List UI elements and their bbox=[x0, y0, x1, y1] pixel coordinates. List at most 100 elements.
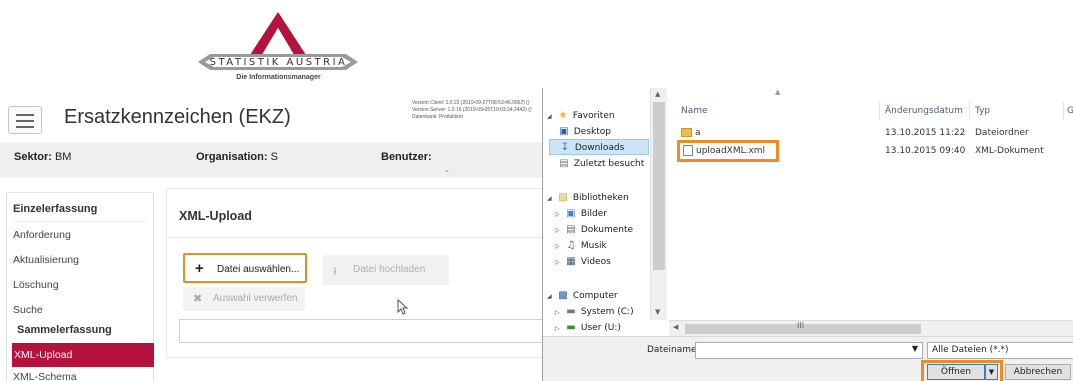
logo-tagline: Die Informationsmanager bbox=[236, 74, 321, 81]
sidebar-section-einzelerfassung: Einzelerfassung bbox=[13, 203, 98, 215]
xml-upload-panel: XML-Upload + Datei auswählen... ⭱ Datei … bbox=[166, 188, 547, 358]
sidebar-item-suche[interactable]: Suche bbox=[13, 304, 43, 316]
sidebar-item-label: XML-Upload bbox=[14, 349, 73, 361]
nav-recent[interactable]: ▤ Zuletzt besucht bbox=[557, 156, 644, 172]
organisation-info: Organisation: S bbox=[196, 151, 278, 163]
nav-libraries[interactable]: ◢ ▧ Bibliotheken bbox=[547, 190, 629, 206]
database-info: Datenbank: Produktion bbox=[412, 114, 463, 120]
discard-selection-label: Auswahl verwerfen bbox=[213, 293, 298, 304]
documents-icon: ▤ bbox=[566, 224, 576, 235]
horizontal-scrollbar[interactable]: ◀ III bbox=[669, 320, 1073, 336]
expand-icon[interactable]: ▷ bbox=[555, 321, 564, 337]
scrollbar-thumb[interactable] bbox=[653, 102, 665, 270]
sort-icon: ▲ bbox=[775, 88, 781, 96]
filename-input[interactable]: ▼ bbox=[695, 342, 923, 359]
nav-label: System (C:) bbox=[580, 307, 634, 317]
plus-icon: + bbox=[195, 260, 204, 277]
selected-file-field[interactable] bbox=[179, 319, 547, 343]
nav-pictures[interactable]: ▷ ▣ Bilder bbox=[555, 206, 607, 222]
videos-icon: ▦ bbox=[566, 256, 576, 267]
user-info[interactable]: Benutzer: bbox=[381, 151, 432, 163]
open-button[interactable]: Öffnen bbox=[927, 364, 985, 380]
chevron-down-icon[interactable]: ▼ bbox=[912, 344, 918, 353]
app-header: Ersatzkennzeichen (EKZ) Version Client: … bbox=[0, 88, 542, 140]
nav-computer[interactable]: ◢ ▩ Computer bbox=[547, 288, 618, 304]
nav-label: Zuletzt besucht bbox=[573, 159, 645, 169]
nav-user-drive[interactable]: ▷ ▬ User (U:) bbox=[555, 320, 621, 336]
statistik-austria-logo: STATISTIK AUSTRIA Die Informationsmanage… bbox=[196, 10, 361, 88]
nav-music[interactable]: ▷ ♫ Musik bbox=[555, 238, 607, 254]
file-date: 13.10.2015 11:22 bbox=[885, 128, 966, 138]
computer-icon: ▩ bbox=[558, 290, 568, 301]
scroll-up-icon[interactable]: ▲ bbox=[655, 90, 660, 98]
column-header-name[interactable]: Name bbox=[681, 106, 708, 116]
user-info-bar: Sektor: BM Organisation: S Benutzer: ⌄ bbox=[0, 142, 542, 178]
nav-downloads[interactable]: ↧ Downloads bbox=[549, 139, 649, 155]
file-type: Dateiordner bbox=[975, 128, 1029, 138]
sektor-info: Sektor: BM bbox=[14, 151, 71, 163]
upload-file-button[interactable]: ⭱ Datei hochladen bbox=[323, 255, 449, 285]
mouse-cursor-icon bbox=[397, 299, 409, 315]
scroll-down-icon[interactable]: ▼ bbox=[655, 308, 660, 316]
nav-label: Bibliotheken bbox=[572, 193, 629, 203]
menu-toggle-button[interactable] bbox=[8, 106, 42, 134]
nav-scrollbar[interactable]: ▲ ▼ bbox=[650, 88, 667, 320]
sektor-value: BM bbox=[54, 151, 72, 163]
recent-places-icon: ▤ bbox=[559, 158, 569, 169]
nav-videos[interactable]: ▷ ▦ Videos bbox=[555, 254, 611, 270]
filter-value: Alle Dateien (*.*) bbox=[932, 345, 1009, 355]
nav-documents[interactable]: ▷ ▤ Dokumente bbox=[555, 222, 633, 238]
expand-icon[interactable]: ▷ bbox=[555, 207, 564, 223]
sidebar-item-loeschung[interactable]: Löschung bbox=[13, 279, 59, 291]
column-header-date[interactable]: Änderungsdatum bbox=[885, 106, 963, 116]
logo-name: STATISTIK AUSTRIA bbox=[209, 57, 348, 68]
version-client: Version Client: 1.0.22 (2019-09-27T08:53… bbox=[412, 100, 530, 106]
panel-title: XML-Upload bbox=[179, 209, 252, 223]
file-list: ▲ Name Änderungsdatum Typ G a 13.10.2015… bbox=[669, 88, 1073, 336]
file-type: XML-Dokument bbox=[975, 146, 1044, 156]
nav-label: Musik bbox=[580, 241, 607, 251]
column-header-extra[interactable]: G bbox=[1067, 106, 1073, 116]
cancel-button[interactable]: Abbrechen bbox=[1005, 364, 1071, 380]
scroll-left-icon[interactable]: ◀ bbox=[673, 323, 678, 331]
version-server: Version Server: 1.0.16 (2019-09-05T10:03… bbox=[412, 107, 532, 113]
user-label: Benutzer: bbox=[381, 151, 432, 163]
expand-icon[interactable]: ▷ bbox=[555, 255, 564, 271]
nav-system-drive[interactable]: ▷ ▬ System (C:) bbox=[555, 304, 634, 320]
navigation-pane: ◢ ★ Favoriten ▣ Desktop ↧ Downloads ▤ Zul… bbox=[543, 88, 668, 336]
file-name: a bbox=[695, 128, 701, 138]
dialog-footer: Dateiname: ▼ Alle Dateien (*.*) Öffnen ▼… bbox=[543, 336, 1073, 381]
drive-icon: ▬ bbox=[566, 306, 576, 317]
sidebar-item-xml-schema[interactable]: XML-Schema bbox=[13, 371, 77, 381]
library-icon: ▧ bbox=[558, 192, 568, 203]
expand-icon[interactable]: ▷ bbox=[555, 223, 564, 239]
select-file-button[interactable]: + Datei auswählen... bbox=[183, 253, 307, 283]
folder-icon bbox=[681, 128, 692, 137]
scrollbar-grip: III bbox=[797, 321, 805, 330]
nav-desktop[interactable]: ▣ Desktop bbox=[557, 124, 611, 140]
discard-selection-button[interactable]: ✖ Auswahl verwerfen bbox=[183, 287, 305, 311]
expand-icon[interactable]: ◢ bbox=[547, 289, 556, 305]
sidebar-item-anforderung[interactable]: Anforderung bbox=[13, 229, 71, 241]
nav-label: User (U:) bbox=[580, 323, 621, 333]
select-file-label: Datei auswählen... bbox=[217, 264, 300, 275]
sidebar-item-xml-upload[interactable]: XML-Upload bbox=[12, 343, 154, 367]
music-icon: ♫ bbox=[566, 240, 576, 251]
sidebar-item-aktualisierung[interactable]: Aktualisierung bbox=[13, 254, 79, 266]
expand-icon[interactable]: ◢ bbox=[547, 109, 556, 125]
page-title: Ersatzkennzeichen (EKZ) bbox=[64, 106, 291, 128]
expand-icon[interactable]: ▷ bbox=[555, 305, 564, 321]
expand-icon[interactable]: ◢ bbox=[547, 191, 556, 207]
chevron-down-icon[interactable]: ▼ bbox=[985, 364, 998, 380]
version-info: Version Client: 1.0.22 (2019-09-27T08:53… bbox=[412, 100, 542, 121]
downloads-icon: ↧ bbox=[560, 142, 570, 153]
column-header-type[interactable]: Typ bbox=[975, 106, 990, 116]
table-row[interactable]: a 13.10.2015 11:22 Dateiordner bbox=[669, 126, 1073, 140]
nav-favorites[interactable]: ◢ ★ Favoriten bbox=[547, 108, 615, 124]
chevron-down-icon[interactable]: ⌄ bbox=[444, 166, 450, 174]
file-type-filter[interactable]: Alle Dateien (*.*) bbox=[927, 342, 1073, 359]
nav-label: Bilder bbox=[580, 209, 608, 219]
nav-label: Computer bbox=[572, 291, 618, 301]
nav-label: Downloads bbox=[574, 143, 625, 153]
expand-icon[interactable]: ▷ bbox=[555, 239, 564, 255]
